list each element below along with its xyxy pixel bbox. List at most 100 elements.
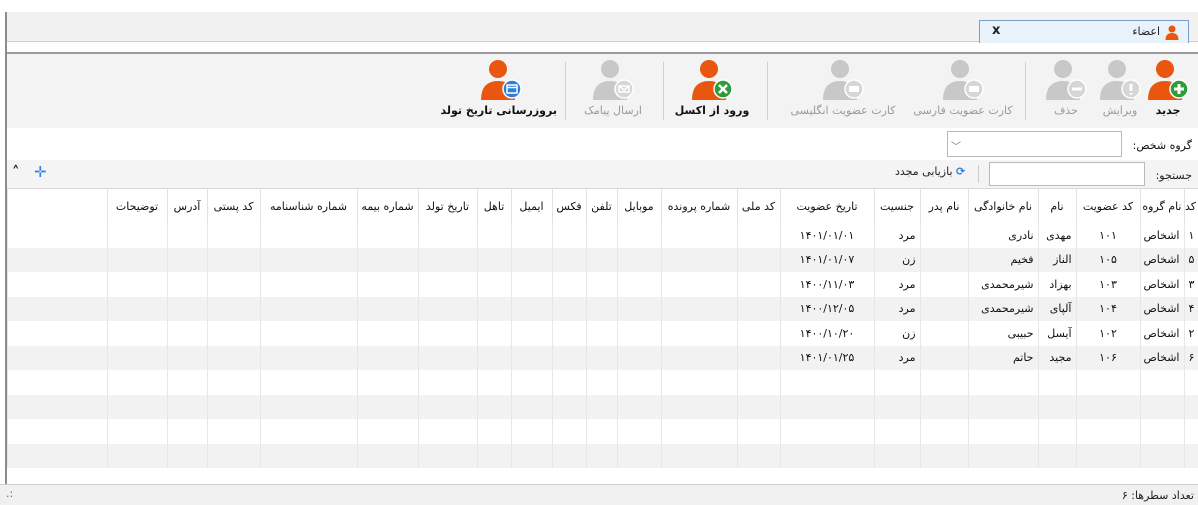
delete-button[interactable]: حذف — [1041, 56, 1091, 126]
table-cell[interactable] — [1038, 444, 1076, 469]
table-cell[interactable] — [874, 444, 920, 469]
search-input[interactable] — [989, 162, 1145, 186]
table-cell[interactable]: مجید — [1038, 346, 1076, 371]
table-cell[interactable]: ۵ — [1184, 248, 1198, 273]
table-cell[interactable] — [107, 395, 167, 420]
table-cell[interactable] — [357, 248, 418, 273]
table-cell[interactable] — [874, 370, 920, 395]
table-cell[interactable] — [418, 321, 477, 346]
table-row[interactable]: ۶اشخاص۱۰۶مجیدحاتممرد۱۴۰۱/۰۱/۲۵ — [8, 346, 1198, 371]
column-header[interactable]: توضیحات — [107, 189, 167, 223]
table-cell[interactable]: ۱۰۳ — [1076, 272, 1140, 297]
table-cell[interactable] — [167, 395, 207, 420]
table-cell[interactable] — [260, 223, 357, 248]
table-cell[interactable] — [357, 223, 418, 248]
table-cell[interactable] — [418, 444, 477, 469]
table-cell[interactable]: ۱۰۴ — [1076, 297, 1140, 322]
table-cell[interactable] — [107, 346, 167, 371]
table-cell[interactable] — [511, 297, 552, 322]
table-cell[interactable] — [477, 223, 511, 248]
table-cell[interactable]: اشخاص — [1140, 272, 1184, 297]
table-cell[interactable] — [661, 248, 737, 273]
table-row[interactable]: ۱اشخاص۱۰۱مهدینادریمرد۱۴۰۱/۰۱/۰۱ — [8, 223, 1198, 248]
table-cell[interactable] — [207, 444, 260, 469]
table-cell[interactable] — [207, 248, 260, 273]
table-cell[interactable] — [8, 395, 108, 420]
table-cell[interactable] — [737, 346, 780, 371]
table-cell[interactable] — [8, 223, 108, 248]
table-cell[interactable] — [107, 444, 167, 469]
table-cell[interactable] — [511, 370, 552, 395]
table-cell[interactable] — [661, 419, 737, 444]
table-cell[interactable] — [167, 444, 207, 469]
column-header[interactable]: نام خانوادگی — [968, 189, 1038, 223]
table-cell[interactable]: اشخاص — [1140, 223, 1184, 248]
table-cell[interactable]: بهزاد — [1038, 272, 1076, 297]
table-cell[interactable] — [418, 395, 477, 420]
table-cell[interactable] — [1140, 419, 1184, 444]
column-header[interactable]: شماره شناسنامه — [260, 189, 357, 223]
table-cell[interactable] — [8, 419, 108, 444]
table-cell[interactable] — [418, 419, 477, 444]
column-header[interactable]: تلفن — [586, 189, 617, 223]
table-cell[interactable] — [207, 272, 260, 297]
table-cell[interactable] — [207, 370, 260, 395]
table-cell[interactable] — [8, 370, 108, 395]
table-cell[interactable] — [617, 321, 661, 346]
table-cell[interactable] — [8, 272, 108, 297]
table-cell[interactable] — [968, 395, 1038, 420]
table-cell[interactable] — [920, 370, 968, 395]
table-cell[interactable] — [968, 444, 1038, 469]
table-cell[interactable] — [260, 272, 357, 297]
empty-row[interactable] — [8, 370, 1198, 395]
table-cell[interactable] — [1184, 370, 1198, 395]
column-header[interactable]: موبایل — [617, 189, 661, 223]
table-cell[interactable] — [207, 297, 260, 322]
table-cell[interactable]: ۱۴۰۰/۱۱/۰۳ — [780, 272, 874, 297]
table-cell[interactable] — [661, 297, 737, 322]
table-cell[interactable] — [260, 444, 357, 469]
table-cell[interactable] — [617, 346, 661, 371]
group-combobox[interactable]: ﹀ — [947, 131, 1122, 157]
table-cell[interactable] — [617, 272, 661, 297]
column-header[interactable]: تاریخ عضویت — [780, 189, 874, 223]
column-header[interactable]: شماره پرونده — [661, 189, 737, 223]
table-cell[interactable] — [511, 272, 552, 297]
table-cell[interactable] — [1038, 419, 1076, 444]
table-cell[interactable] — [1140, 370, 1184, 395]
table-cell[interactable]: ۱۰۶ — [1076, 346, 1140, 371]
table-cell[interactable] — [617, 297, 661, 322]
table-cell[interactable] — [737, 395, 780, 420]
column-header[interactable]: تاهل — [477, 189, 511, 223]
table-cell[interactable] — [107, 321, 167, 346]
table-cell[interactable] — [1076, 370, 1140, 395]
table-cell[interactable]: حبیبی — [968, 321, 1038, 346]
table-cell[interactable] — [167, 370, 207, 395]
table-cell[interactable] — [107, 248, 167, 273]
table-cell[interactable] — [920, 346, 968, 371]
table-cell[interactable] — [1184, 419, 1198, 444]
table-cell[interactable] — [661, 370, 737, 395]
table-cell[interactable] — [477, 272, 511, 297]
column-header[interactable]: آدرس — [167, 189, 207, 223]
table-cell[interactable] — [661, 321, 737, 346]
table-cell[interactable] — [737, 223, 780, 248]
table-cell[interactable]: مرد — [874, 346, 920, 371]
table-cell[interactable] — [552, 272, 586, 297]
table-cell[interactable] — [1140, 444, 1184, 469]
table-row[interactable]: ۵اشخاص۱۰۵النازفخیمزن۱۴۰۱/۰۱/۰۷ — [8, 248, 1198, 273]
table-cell[interactable]: ۱۰۲ — [1076, 321, 1140, 346]
table-cell[interactable] — [1076, 395, 1140, 420]
table-cell[interactable] — [357, 297, 418, 322]
table-cell[interactable] — [920, 444, 968, 469]
table-cell[interactable]: آلپای — [1038, 297, 1076, 322]
table-cell[interactable] — [617, 248, 661, 273]
table-cell[interactable]: ۴ — [1184, 297, 1198, 322]
table-cell[interactable] — [920, 395, 968, 420]
table-cell[interactable] — [552, 444, 586, 469]
table-cell[interactable] — [617, 223, 661, 248]
table-cell[interactable] — [8, 444, 108, 469]
table-cell[interactable] — [207, 321, 260, 346]
collapse-up-icon[interactable]: ˄ — [12, 163, 20, 181]
column-header[interactable]: نام — [1038, 189, 1076, 223]
